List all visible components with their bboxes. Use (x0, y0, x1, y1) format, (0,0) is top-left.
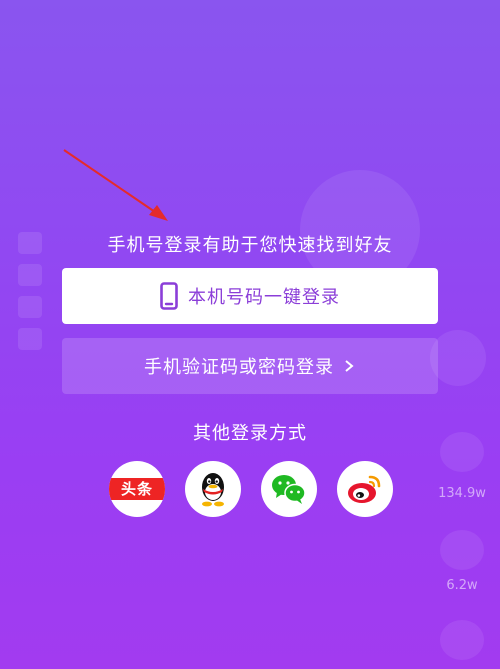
chevron-right-icon (345, 360, 354, 372)
annotation-arrow (63, 149, 168, 221)
phone-icon (160, 282, 178, 310)
sms-login-label: 手机验证码或密码登录 (144, 357, 334, 378)
sms-password-login-button[interactable]: 手机验证码或密码登录 (62, 338, 438, 394)
one-tap-login-label: 本机号码一键登录 (188, 287, 340, 308)
qq-login-button[interactable] (185, 461, 241, 517)
weibo-login-button[interactable] (337, 461, 393, 517)
arrow-shaft (63, 149, 159, 215)
arrow-head (149, 205, 168, 221)
other-login-title: 其他登录方式 (193, 423, 307, 444)
one-tap-login-button[interactable]: 本机号码一键登录 (62, 268, 438, 324)
wechat-login-button[interactable] (261, 461, 317, 517)
social-login-row: 头条 (0, 461, 500, 521)
weibo-icon (348, 475, 381, 503)
qq-icon (202, 473, 224, 507)
toutiao-login-button[interactable]: 头条 (109, 461, 165, 517)
wechat-icon (272, 475, 306, 504)
toutiao-icon: 头条 (109, 478, 165, 500)
login-hint: 手机号登录有助于您快速找到好友 (107, 235, 393, 256)
